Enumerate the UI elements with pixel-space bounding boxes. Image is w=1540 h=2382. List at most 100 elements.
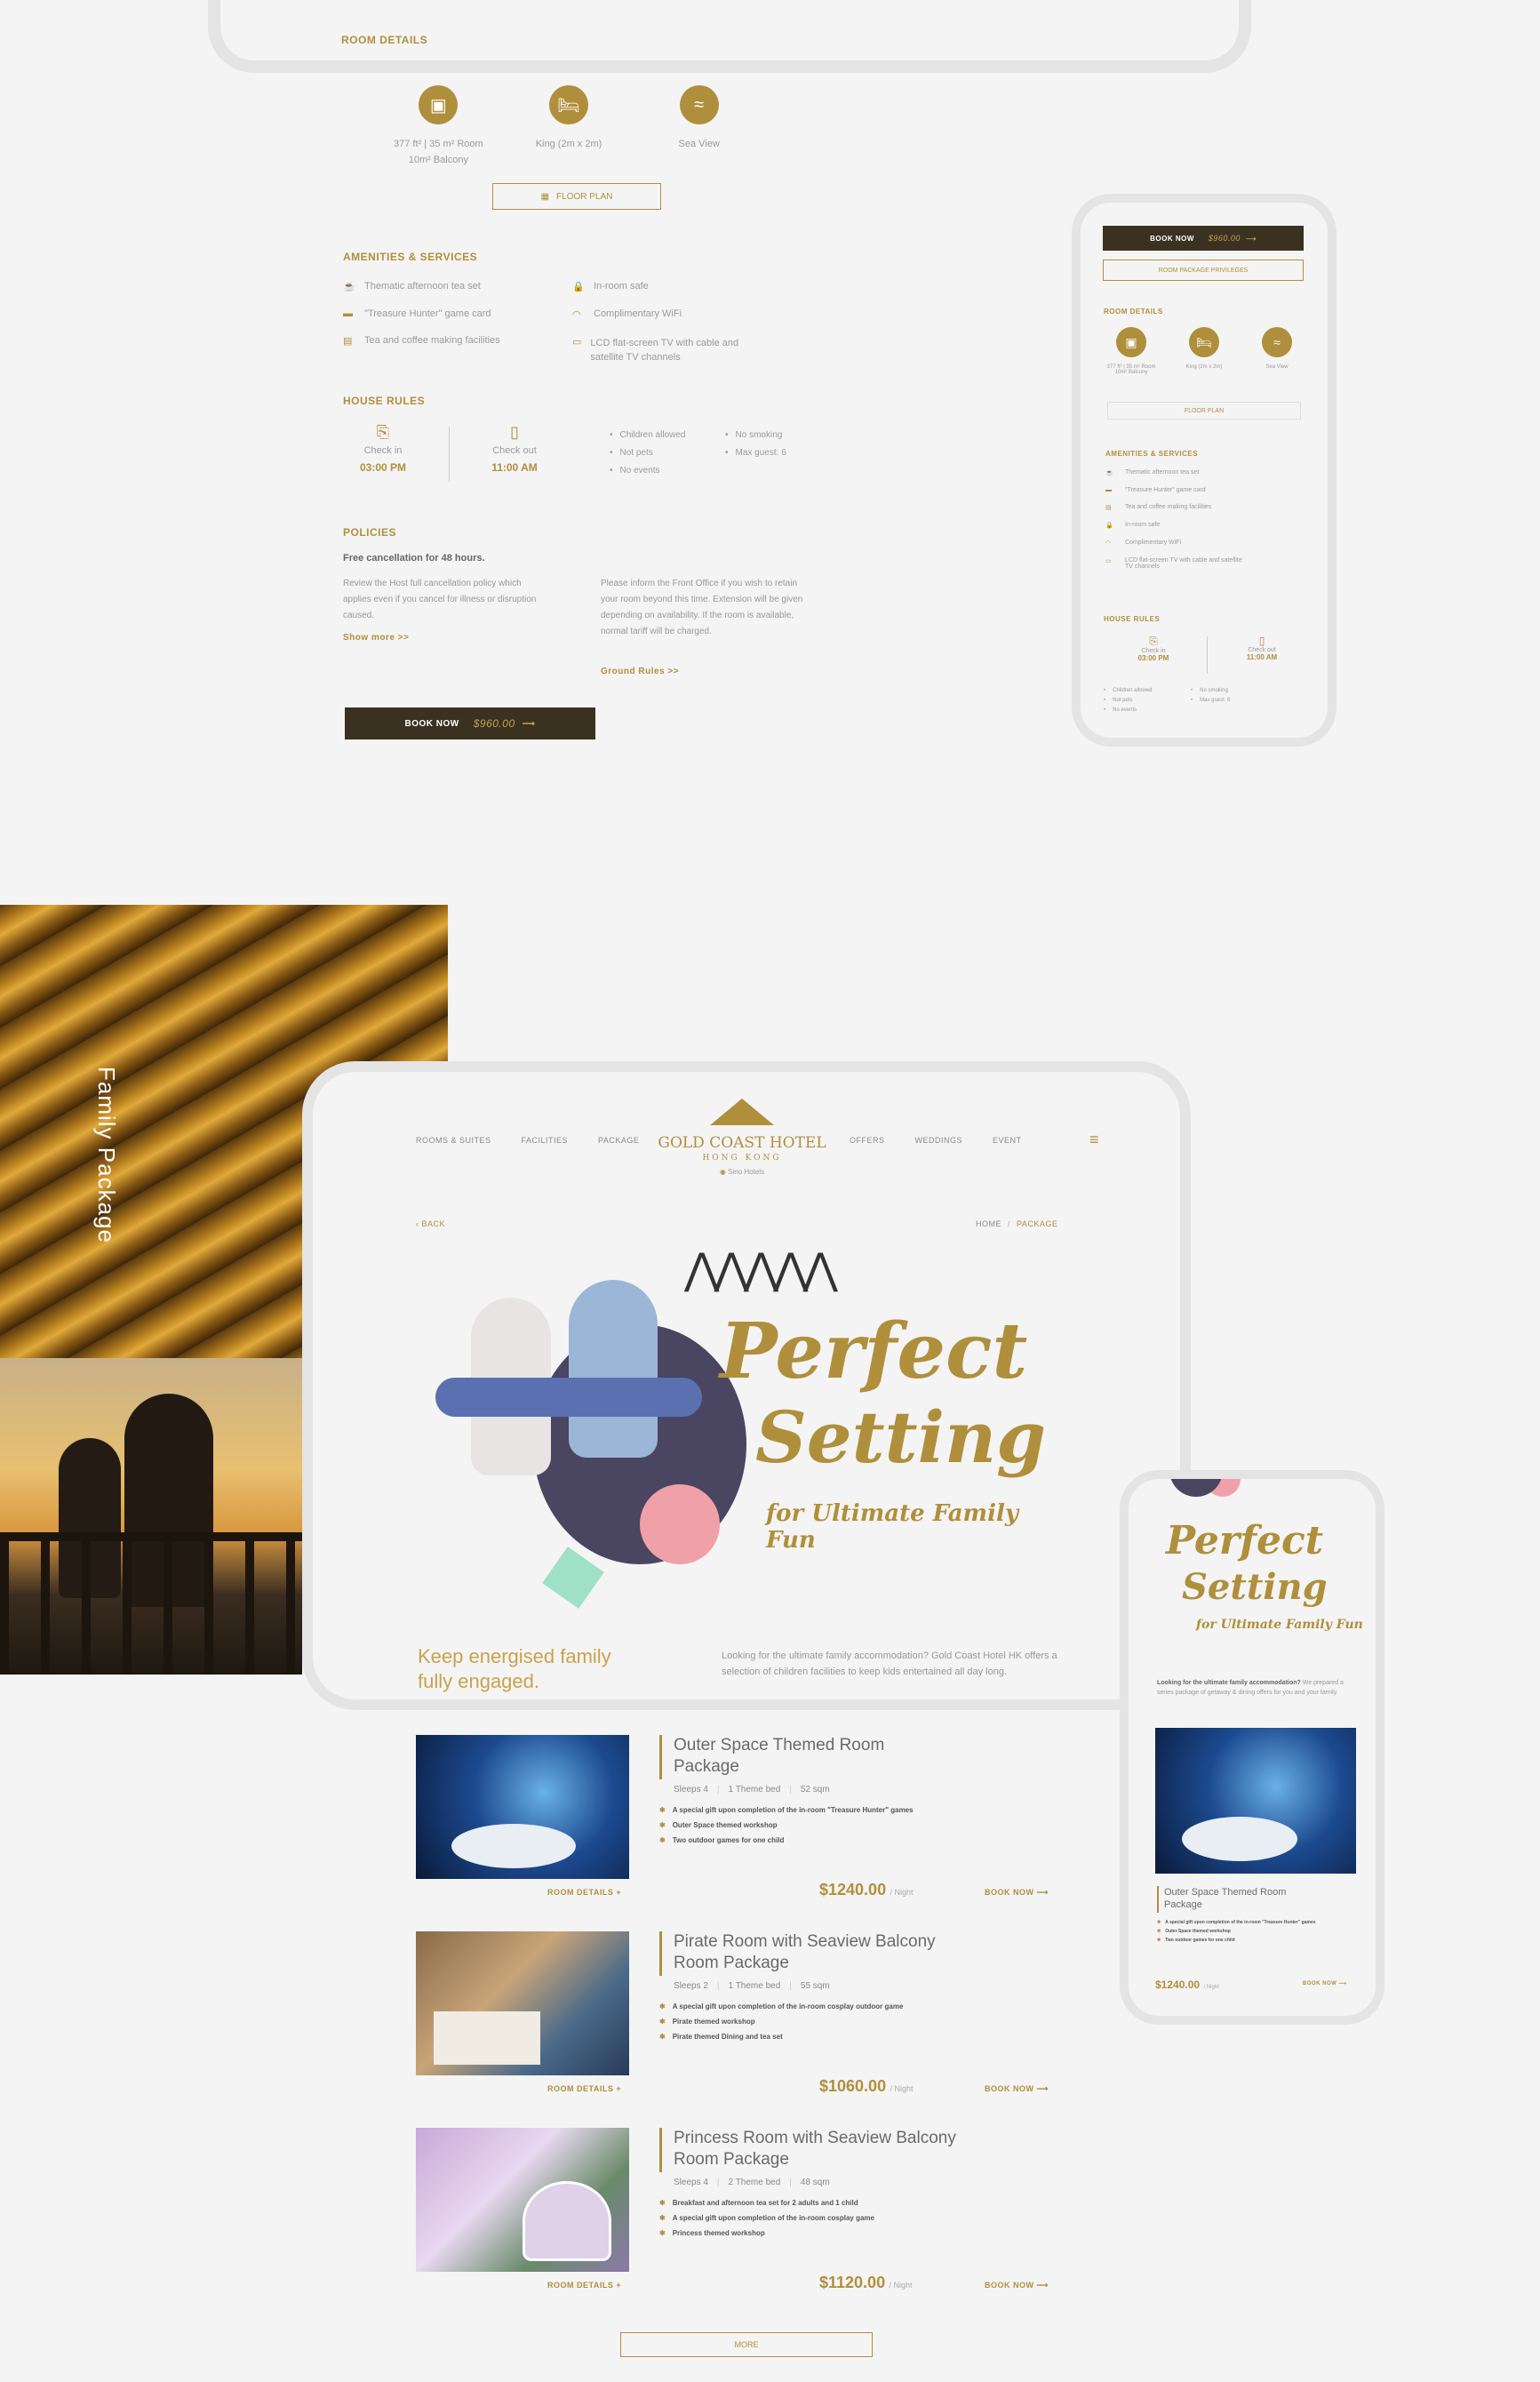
meta-separator: | — [716, 2178, 720, 2187]
rule-item: Children allowed — [610, 430, 686, 440]
bullet-text: Princess themed workshop — [672, 2229, 765, 2237]
nav-rooms-suites[interactable]: ROOMS & SUITES — [416, 1136, 491, 1145]
package-image-princess[interactable] — [416, 2128, 629, 2272]
more-button[interactable]: MORE — [620, 2332, 873, 2357]
breadcrumb-separator: / — [1008, 1219, 1011, 1228]
amenity-item: ☕ Thematic afternoon tea set — [343, 281, 556, 292]
package-image-outer-space[interactable] — [416, 1735, 629, 1879]
rules-divider — [449, 427, 450, 482]
package-book-now-link[interactable]: BOOK NOW ⟶ — [985, 2084, 1049, 2094]
bed-icon: 🛏 — [549, 85, 588, 124]
pink-circle-shape — [640, 1484, 720, 1564]
bullet-item: ✱ A special gift upon completion of the i… — [659, 2002, 903, 2010]
policies-left-text: Review the Host full cancellation policy… — [343, 579, 537, 620]
package-image-pirate[interactable] — [416, 1931, 629, 2075]
mobile-sea-view-feature: ≈ Sea View — [1248, 327, 1306, 375]
bullet-text: Outer Space themed workshop — [672, 1821, 778, 1829]
policies-right-text: Please inform the Front Office if you wi… — [601, 579, 803, 636]
ground-rules-link[interactable]: Ground Rules >> — [601, 667, 679, 676]
amenity-item: ◠ Complimentary WiFi — [572, 308, 768, 320]
lock-icon: 🔒 — [1105, 523, 1113, 529]
package-details-link[interactable]: ROOM DETAILS + — [547, 2281, 621, 2290]
nav-weddings[interactable]: WEDDINGS — [915, 1136, 963, 1145]
amenity-item: ▬ "Treasure Hunter" game card — [343, 308, 556, 319]
bullet-item: ✱ Princess themed workshop — [659, 2229, 874, 2237]
amenity-label: In-room safe — [594, 281, 649, 292]
book-now-label: BOOK NOW — [985, 2281, 1034, 2290]
mobile-package-title-bar — [1157, 1886, 1159, 1913]
book-now-button[interactable]: BOOK NOW $960.00 ⟶ — [345, 707, 595, 739]
show-more-link[interactable]: Show more >> — [343, 633, 409, 643]
mobile-book-now-button[interactable]: BOOK NOW $960.00 ⟶ — [1103, 226, 1304, 251]
room-details-title: ROOM DETAILS — [341, 34, 428, 46]
star-icon: ✱ — [659, 2229, 666, 2237]
bullet-item: ✱ Pirate themed Dining and tea set — [659, 2033, 903, 2041]
breadcrumb-home[interactable]: HOME — [976, 1219, 1001, 1228]
amenity-item: 🔒 In-room safe — [1105, 522, 1301, 529]
mobile-check-in-time: 03:00 PM — [1137, 654, 1169, 662]
rule-item: No smoking — [1191, 688, 1230, 693]
hero-headline-perfect: Perfect — [720, 1307, 1028, 1396]
package-details-link[interactable]: ROOM DETAILS + — [547, 1888, 621, 1897]
nav-facilities[interactable]: FACILITIES — [522, 1136, 569, 1145]
bullet-item: ✱ A special gift upon completion of the i… — [1157, 1920, 1344, 1925]
star-icon: ✱ — [659, 2018, 666, 2026]
bullet-item: ✱ Outer Space themed workshop — [1157, 1929, 1344, 1934]
sleeps: Sleeps 4 — [674, 2178, 708, 2187]
nav-event[interactable]: EVENT — [993, 1136, 1022, 1145]
package-bullets: ✱ A special gift upon completion of the i… — [659, 1806, 914, 1851]
bullet-text: Pirate themed Dining and tea set — [672, 2033, 783, 2041]
meta-separator: | — [789, 1981, 792, 1991]
package-book-now-link[interactable]: BOOK NOW ⟶ — [985, 1888, 1049, 1898]
mobile-book-price: $960.00 — [1208, 234, 1241, 243]
bullet-item: ✱ Pirate themed workshop — [659, 2018, 903, 2026]
mobile-package-image[interactable] — [1155, 1728, 1356, 1874]
check-in-icon: ⎘ — [376, 423, 390, 441]
nav-offers[interactable]: OFFERS — [850, 1136, 885, 1145]
amenity-label: Complimentary WiFi — [594, 308, 682, 319]
amenity-label: Tea and coffee making facilities — [1125, 504, 1212, 510]
room-size: 52 sqm — [800, 1785, 830, 1794]
mobile-book-now-link[interactable]: BOOK NOW ⟶ — [1303, 1980, 1347, 1986]
mobile-check-out: ▯ Check out 11:00 AM — [1233, 635, 1290, 661]
mobile-room-size-label: 377 ft² | 35 m² Room 10m² Balcony — [1106, 364, 1156, 375]
rules-list-right: No smoking Max guest: 6 — [725, 430, 786, 466]
floor-plan-button[interactable]: ▦ FLOOR PLAN — [492, 183, 661, 210]
sunset-photo — [0, 1358, 302, 1675]
bullet-item: ✱ Two outdoor games for one child — [659, 1836, 914, 1844]
nav-package[interactable]: PACKAGE — [598, 1136, 639, 1145]
package-card: ROOM DETAILS + Princess Room with Seavie… — [416, 2128, 1059, 2297]
hotel-logo[interactable]: GOLD COAST HOTEL HONG KONG ◉ Sino Hotels — [649, 1099, 835, 1176]
amenity-item: ▤ Tea and coffee making facilities — [343, 335, 556, 347]
room-package-privileges-button[interactable]: ROOM PACKAGE PRIVILEGES — [1103, 260, 1304, 281]
mobile-floor-plan-button[interactable]: FLOOR PLAN — [1107, 402, 1301, 420]
hamburger-menu-icon[interactable]: ≡ — [1089, 1131, 1099, 1149]
back-link[interactable]: ‹ BACK — [416, 1219, 445, 1228]
sleeps: Sleeps 4 — [674, 1785, 708, 1794]
arrow-right-icon: ⟶ — [1036, 1888, 1049, 1897]
father-figure — [569, 1280, 658, 1458]
check-out: ▯ Check out 11:00 AM — [475, 423, 555, 474]
mobile-package-bullets: ✱ A special gift upon completion of the i… — [1157, 1920, 1344, 1950]
amenity-item: 🔒 In-room safe — [572, 281, 768, 292]
mobile-rules-right: No smoking Max guest: 6 — [1191, 688, 1230, 711]
railing-bar — [0, 1532, 302, 1541]
arrow-right-icon: ⟶ — [1245, 234, 1257, 243]
amenity-item: ▭ LCD flat-screen TV with cable and satel… — [572, 336, 768, 364]
sea-view-icon: ≈ — [1262, 327, 1292, 357]
bed-count: 2 Theme bed — [728, 2178, 781, 2187]
package-details-link[interactable]: ROOM DETAILS + — [547, 2084, 621, 2093]
bed-icon: 🛏 — [1189, 327, 1219, 357]
mobile-intro-bold: Looking for the ultimate family accommod… — [1157, 1680, 1301, 1686]
floor-plan-icon: ▦ — [540, 191, 550, 202]
railing — [0, 1536, 302, 1675]
sea-view-feature: ≈ Sea View — [634, 85, 764, 165]
amenity-label: Complimentary WiFi — [1125, 540, 1182, 546]
bed-feature: 🛏 King (2m x 2m) — [504, 85, 634, 165]
bullet-item: ✱ Outer Space themed workshop — [659, 1821, 914, 1829]
book-now-label: BOOK NOW — [985, 1888, 1034, 1897]
package-book-now-link[interactable]: BOOK NOW ⟶ — [985, 2281, 1049, 2290]
kettle-icon: ▤ — [343, 336, 353, 347]
bullet-item: ✱ A special gift upon completion of the i… — [659, 1806, 914, 1814]
sino-logo-icon: ◉ — [719, 1168, 726, 1176]
